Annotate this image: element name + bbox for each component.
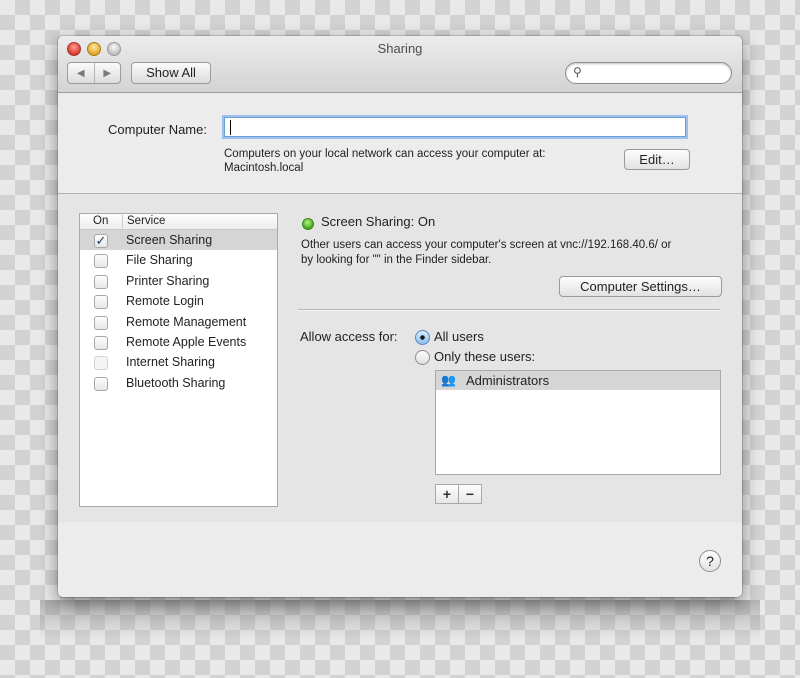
service-row[interactable]: Remote Management (80, 312, 277, 332)
computer-name-label: Computer Name: (108, 122, 207, 137)
service-section: On Service ✓ Screen Sharing File Sharing Pr… (58, 194, 742, 522)
service-row[interactable]: Remote Login (80, 291, 277, 311)
text-caret (230, 120, 231, 135)
section-divider (298, 309, 720, 310)
service-row[interactable]: Internet Sharing (80, 352, 277, 372)
users-list: 👥 Administrators (435, 370, 721, 475)
address-help-text: Computers on your local network can acce… (224, 148, 546, 160)
service-checkbox[interactable] (94, 274, 108, 289)
column-header-on[interactable]: On (93, 215, 108, 227)
footer-section: ? (58, 522, 742, 597)
edit-hostname-button[interactable]: Edit… (624, 149, 690, 170)
search-field[interactable]: ⚲ (565, 62, 732, 84)
local-hostname: Macintosh.local (224, 162, 304, 174)
service-status-label: Screen Sharing: On (321, 214, 436, 229)
service-name: Remote Management (126, 314, 247, 329)
service-checkbox[interactable]: ✓ (94, 234, 108, 248)
sharing-window: Sharing ◀ ▶ Show All ⚲ Computer Name: Co… (58, 36, 742, 597)
computer-name-input[interactable] (224, 117, 686, 137)
add-remove-control: + − (435, 484, 482, 504)
back-button[interactable]: ◀ (68, 63, 94, 83)
forward-button[interactable]: ▶ (93, 63, 121, 83)
service-checkbox[interactable] (94, 335, 108, 350)
search-input[interactable] (590, 65, 729, 81)
service-name: Bluetooth Sharing (126, 375, 226, 390)
back-arrow-icon: ◀ (76, 67, 85, 79)
forward-arrow-icon: ▶ (103, 67, 112, 79)
description-line: by looking for "" in the Finder sidebar. (301, 254, 492, 266)
service-list-header: On Service (80, 214, 277, 230)
service-row[interactable]: File Sharing (80, 250, 277, 270)
group-icon: 👥 (441, 373, 456, 387)
description-line: Other users can access your computer's s… (301, 239, 672, 251)
service-description: Other users can access your computer's s… (301, 238, 721, 268)
window-shadow (40, 600, 760, 640)
checkmark-icon: ✓ (95, 233, 107, 248)
computer-name-section: Computer Name: Computers on your local n… (58, 93, 742, 194)
title-bar: Sharing ◀ ▶ Show All ⚲ (58, 36, 742, 93)
service-checkbox[interactable] (94, 254, 108, 269)
status-indicator-icon (302, 218, 314, 230)
computer-address-help: Computers on your local network can acce… (224, 147, 546, 175)
service-name: Screen Sharing (126, 233, 213, 247)
service-checkbox[interactable] (94, 376, 108, 391)
service-row[interactable]: Remote Apple Events (80, 332, 277, 352)
remove-user-button[interactable]: − (458, 485, 481, 503)
show-all-button[interactable]: Show All (131, 62, 211, 84)
service-name: Internet Sharing (126, 355, 215, 370)
user-list-item[interactable]: 👥 Administrators (436, 371, 720, 390)
computer-settings-button[interactable]: Computer Settings… (559, 276, 722, 297)
service-checkbox[interactable] (94, 295, 108, 310)
only-these-users-radio-label[interactable]: Only these users: (434, 349, 535, 364)
service-row[interactable]: ✓ Screen Sharing (80, 230, 277, 251)
service-row[interactable]: Bluetooth Sharing (80, 373, 277, 393)
service-checkbox[interactable] (94, 315, 108, 330)
window-title: Sharing (377, 41, 423, 56)
user-name: Administrators (466, 373, 550, 388)
service-name: Remote Apple Events (126, 334, 247, 349)
service-checkbox (94, 356, 108, 371)
allow-access-label: Allow access for: (300, 329, 398, 344)
add-user-button[interactable]: + (436, 485, 458, 503)
search-icon: ⚲ (573, 65, 582, 79)
service-list: On Service ✓ Screen Sharing File Sharing Pr… (79, 213, 278, 507)
service-row[interactable]: Printer Sharing (80, 271, 277, 291)
column-header-service[interactable]: Service (122, 215, 165, 228)
help-button[interactable]: ? (699, 550, 721, 572)
all-users-radio[interactable] (415, 330, 430, 345)
service-name: Remote Login (126, 294, 204, 309)
service-name: Printer Sharing (126, 273, 210, 288)
only-these-users-radio[interactable] (415, 350, 430, 365)
service-name: File Sharing (126, 253, 193, 268)
all-users-radio-label[interactable]: All users (434, 329, 484, 344)
navigation-segment: ◀ ▶ (67, 62, 121, 84)
